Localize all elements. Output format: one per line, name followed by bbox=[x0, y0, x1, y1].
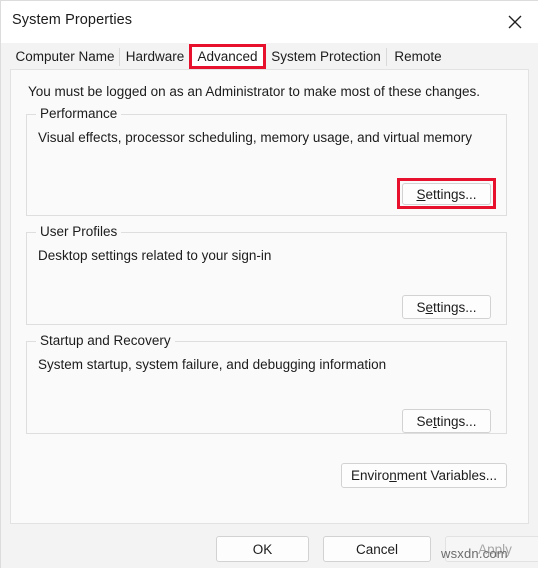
startup-and-recovery-group-label: Startup and Recovery bbox=[36, 333, 175, 348]
administrator-note: You must be logged on as an Administrato… bbox=[28, 84, 481, 99]
performance-group-label: Performance bbox=[36, 106, 122, 121]
close-button[interactable] bbox=[493, 1, 538, 43]
startup-and-recovery-description: System startup, system failure, and debu… bbox=[38, 357, 387, 372]
tab-hardware[interactable]: Hardware bbox=[120, 43, 190, 70]
environment-variables-button[interactable]: Environment Variables... bbox=[341, 463, 507, 488]
cancel-button[interactable]: Cancel bbox=[323, 536, 431, 562]
tab-remote[interactable]: Remote bbox=[387, 43, 449, 70]
title-bar: System Properties bbox=[1, 1, 538, 43]
watermark: wsxdn.com bbox=[441, 546, 508, 561]
close-icon bbox=[508, 15, 522, 29]
window-title: System Properties bbox=[12, 12, 133, 28]
performance-settings-button[interactable]: Settings... bbox=[402, 183, 491, 205]
user-profiles-description: Desktop settings related to your sign-in bbox=[38, 248, 272, 263]
performance-settings-label: Settings... bbox=[416, 186, 477, 202]
user-profiles-group-label: User Profiles bbox=[36, 224, 122, 239]
ok-button[interactable]: OK bbox=[216, 536, 309, 562]
user-profiles-settings-label: Settings... bbox=[416, 299, 477, 315]
startup-and-recovery-settings-button[interactable]: Settings... bbox=[402, 409, 491, 433]
startup-settings-label: Settings... bbox=[416, 413, 477, 429]
performance-description: Visual effects, processor scheduling, me… bbox=[38, 130, 472, 145]
tab-computer-name[interactable]: Computer Name bbox=[10, 43, 120, 70]
user-profiles-settings-button[interactable]: Settings... bbox=[402, 295, 491, 319]
system-properties-window: System Properties Computer Name Hardware… bbox=[0, 0, 538, 568]
tab-system-protection[interactable]: System Protection bbox=[265, 43, 387, 70]
tab-strip: Computer Name Hardware Advanced System P… bbox=[1, 43, 538, 70]
tab-advanced[interactable]: Advanced bbox=[190, 43, 265, 70]
environment-variables-label: Environment Variables... bbox=[350, 468, 498, 483]
